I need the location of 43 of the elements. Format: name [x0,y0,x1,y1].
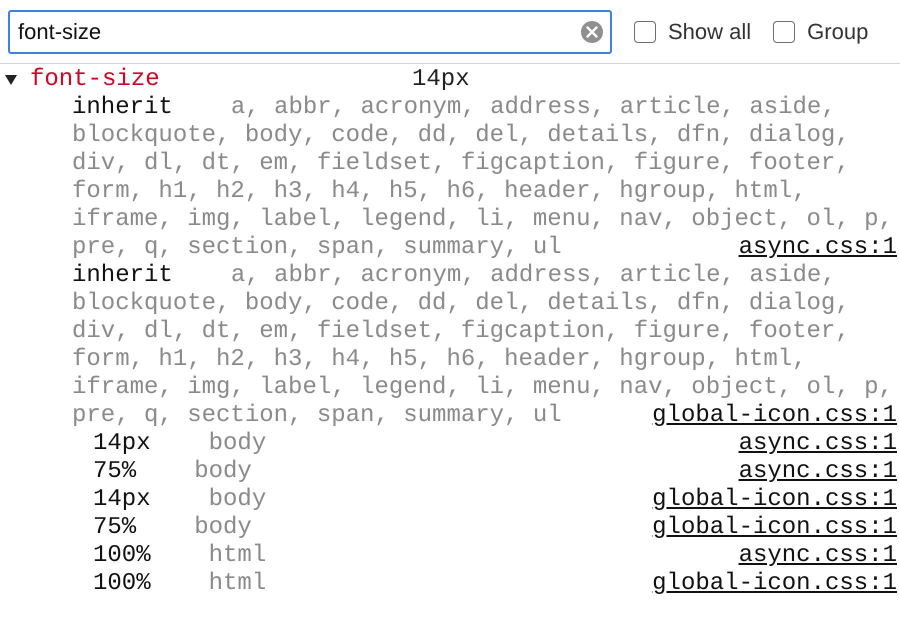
rule-selector: html [208,570,266,598]
rule-selector: iframe, img, label, legend, li, menu, nav, object, ol, p, [72,206,893,234]
clear-icon[interactable] [580,20,604,44]
rule-selector: form, h1, h2, h3, h4, h5, h6, header, hgroup, html, [72,346,807,374]
rule-selector: blockquote, body, code, dd, del, details, dfn, dialog, [72,122,850,150]
expand-triangle-icon[interactable] [5,74,17,86]
property-value: 14px [412,66,470,94]
source-link[interactable]: global-icon.css:1 [652,570,897,598]
rule-selector: body [208,430,266,458]
rule-selector: a, abbr, acronym, address, article, aside, [230,262,836,290]
rule-selector: form, h1, h2, h3, h4, h5, h6, header, hgroup, html, [72,178,807,206]
rule-value: 100% [93,570,151,598]
checkbox[interactable] [773,20,796,42]
rule-selector: pre, q, section, span, summary, ul [72,402,562,430]
checkbox[interactable] [634,20,656,42]
rule-value: 75% [93,458,136,486]
search-field[interactable]: font-size [8,10,612,54]
source-link[interactable]: global-icon.css:1 [652,514,897,542]
rule-selector: div, dl, dt, em, fieldset, figcaption, figure, footer, [72,318,850,346]
rule-selector: body [208,486,266,514]
rule-selector: iframe, img, label, legend, li, menu, nav, object, ol, p, [72,374,893,402]
rule-selector: html [208,542,266,570]
rule-value: 14px [93,486,151,514]
source-link[interactable]: async.css:1 [738,430,897,458]
source-link[interactable]: global-icon.css:1 [652,402,897,430]
source-link[interactable]: global-icon.css:1 [652,486,897,514]
rule-value: 75% [93,514,136,542]
rule-value: inherit [72,262,173,290]
rule-selector: blockquote, body, code, dd, del, details, dfn, dialog, [72,290,850,318]
rule-value: 14px [93,430,151,458]
property-name: font-size [30,66,161,94]
rule-value: inherit [72,94,173,122]
rule-selector: body [194,458,252,486]
source-link[interactable]: async.css:1 [738,234,897,262]
rule-selector: div, dl, dt, em, fieldset, figcaption, figure, footer, [72,150,850,178]
rule-value: 100% [93,542,151,570]
rule-selector: pre, q, section, span, summary, ul [72,234,562,262]
rule-selector: body [194,514,252,542]
rule-selector: a, abbr, acronym, address, article, aside, [230,94,836,122]
checkbox-label[interactable]: Show all [668,18,752,44]
source-link[interactable]: async.css:1 [738,458,897,486]
source-link[interactable]: async.css:1 [738,542,897,570]
checkbox-label[interactable]: Group [807,18,868,44]
